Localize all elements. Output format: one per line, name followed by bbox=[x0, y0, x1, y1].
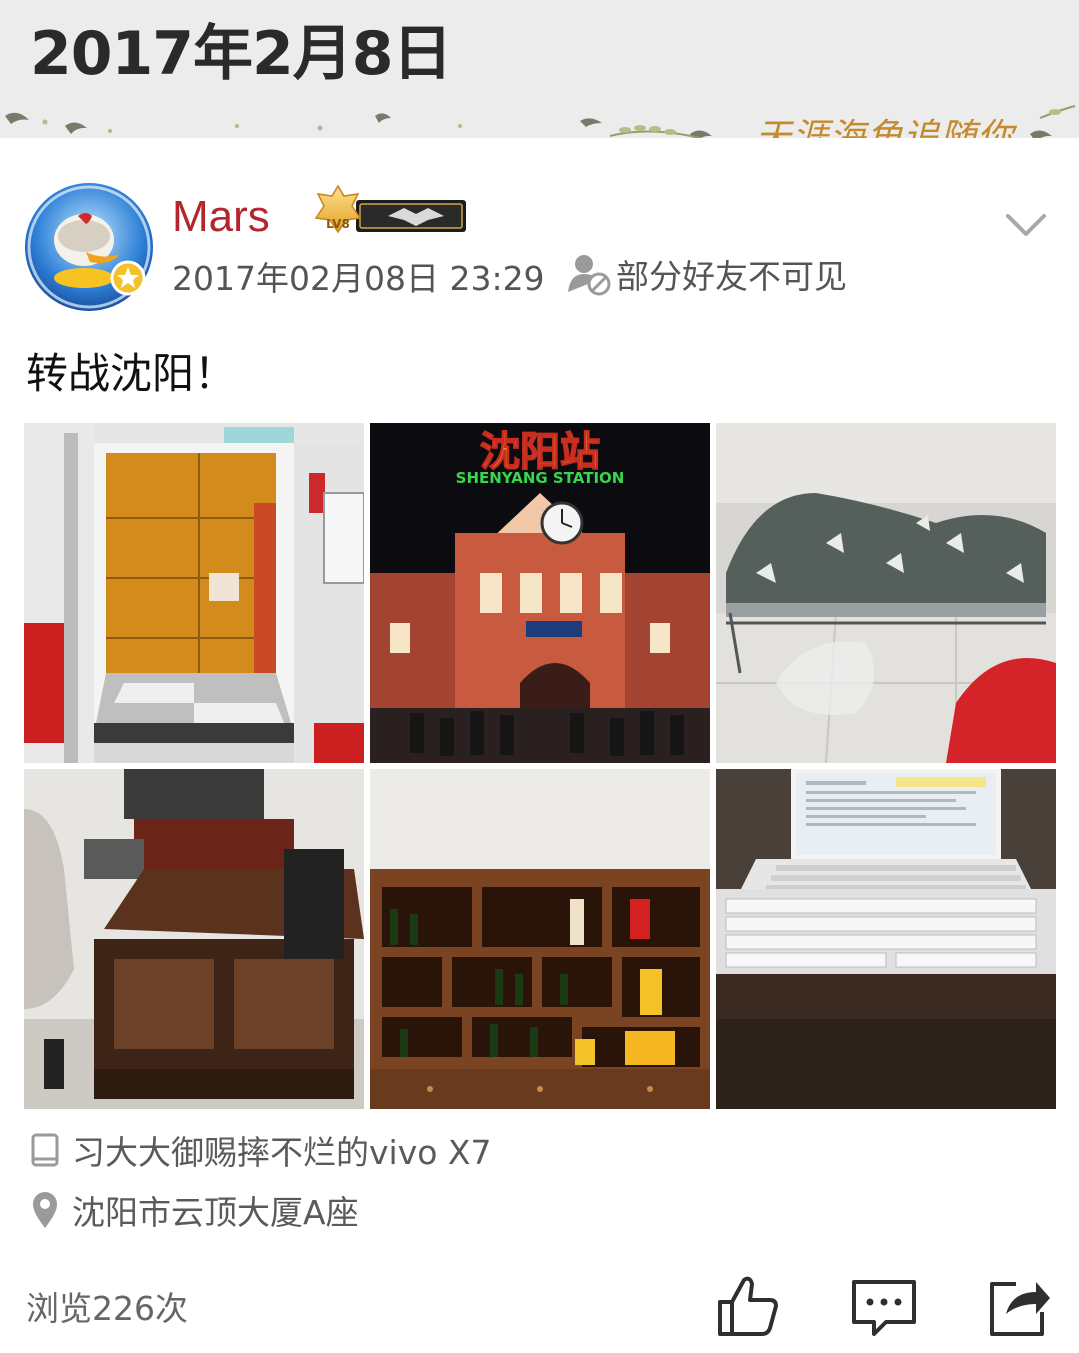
chevron-down-icon[interactable] bbox=[1002, 206, 1050, 242]
station-sign-en: SHENYANG STATION bbox=[456, 469, 625, 487]
date-header: 2017年2月8日 天涯海角追随 bbox=[0, 0, 1079, 158]
photo-desk[interactable] bbox=[24, 769, 364, 1109]
photo-subway-door[interactable] bbox=[24, 423, 364, 763]
device-info: 习大大御赐摔不烂的vivo X7 bbox=[28, 1126, 492, 1174]
thumbs-up-icon[interactable] bbox=[714, 1272, 782, 1340]
location-label[interactable]: 沈阳市云顶大厦A座 bbox=[72, 1186, 359, 1234]
station-sign-cn: 沈阳站 bbox=[480, 428, 600, 475]
location-pin-icon bbox=[33, 1192, 57, 1228]
username[interactable]: Mars bbox=[172, 192, 270, 242]
location-info[interactable]: 沈阳市云顶大厦A座 bbox=[28, 1186, 359, 1234]
device-label: 习大大御赐摔不烂的vivo X7 bbox=[72, 1133, 492, 1172]
avatar[interactable] bbox=[20, 178, 158, 316]
post-timestamp: 2017年02月08日 23:29 bbox=[172, 259, 545, 298]
view-count: 浏览226次 bbox=[26, 1289, 188, 1328]
vip-level-label: LV8 bbox=[326, 217, 350, 231]
photo-laptop[interactable] bbox=[716, 769, 1056, 1109]
photo-wine-shelf[interactable] bbox=[370, 769, 710, 1109]
share-icon[interactable] bbox=[986, 1272, 1054, 1340]
comment-icon[interactable] bbox=[850, 1276, 918, 1344]
vip-level-badge[interactable]: LV8 bbox=[308, 182, 470, 238]
post-text: 转战沈阳！ bbox=[26, 349, 237, 398]
visibility-indicator: 部分好友不可见 bbox=[566, 252, 847, 296]
user-hidden-icon bbox=[568, 255, 611, 296]
photo-grid: 沈阳站 SHENYANG STATION bbox=[24, 423, 1056, 1109]
phone-icon bbox=[31, 1133, 59, 1167]
photo-station[interactable]: 沈阳站 SHENYANG STATION bbox=[370, 423, 710, 763]
date-title: 2017年2月8日 bbox=[30, 19, 452, 89]
photo-bed[interactable] bbox=[716, 423, 1056, 763]
visibility-label: 部分好友不可见 bbox=[616, 257, 847, 296]
